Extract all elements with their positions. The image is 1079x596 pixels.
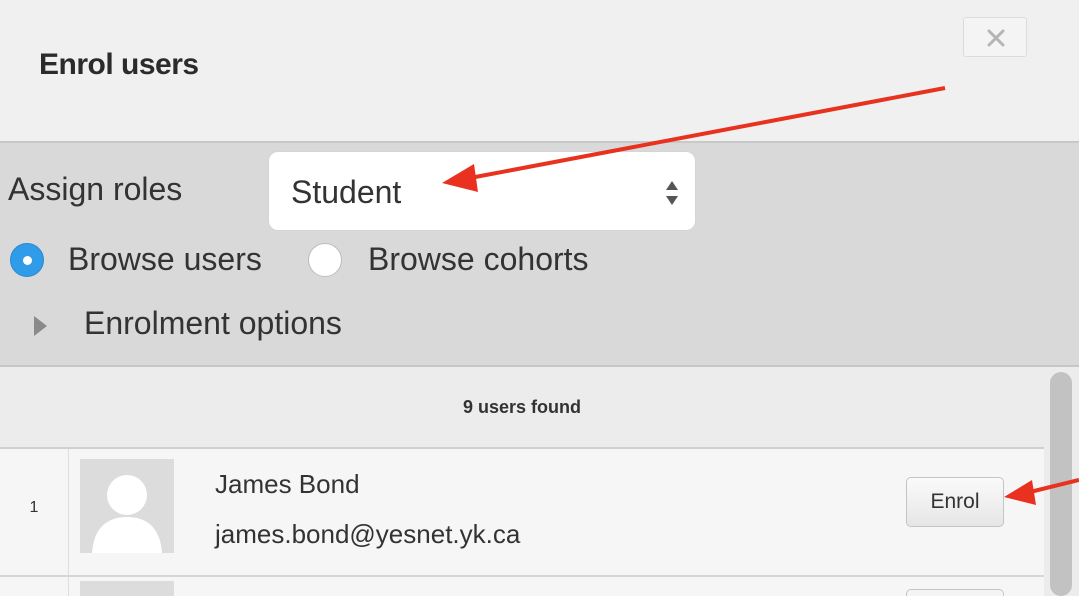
enrol-button[interactable] [906, 589, 1004, 596]
enrol-controls: Assign roles Student Browse users Browse… [0, 143, 1079, 367]
dialog-header: Enrol users [0, 0, 1079, 143]
enrol-button[interactable]: Enrol [906, 477, 1004, 527]
user-row [0, 577, 1044, 596]
avatar [80, 459, 174, 553]
browse-users-label[interactable]: Browse users [68, 241, 262, 278]
dialog-title: Enrol users [39, 48, 199, 81]
close-button[interactable] [963, 17, 1027, 57]
assign-roles-label: Assign roles [8, 171, 183, 207]
role-select[interactable]: Student [268, 151, 696, 231]
scrollbar-thumb[interactable] [1050, 372, 1072, 596]
expand-triangle-icon [34, 316, 47, 336]
select-arrows-icon [666, 181, 678, 205]
close-icon [987, 29, 1005, 47]
role-select-value: Student [291, 174, 402, 210]
user-name: James Bond [215, 469, 360, 499]
user-row: 1 James Bond james.bond@yesnet.yk.ca Enr… [0, 449, 1044, 577]
enrolment-options-label: Enrolment options [84, 305, 342, 341]
user-results-list: 9 users found 1 James Bond james.bond@ye… [0, 367, 1044, 596]
row-number: 1 [29, 499, 39, 516]
results-count: 9 users found [0, 367, 1044, 449]
user-silhouette-icon [92, 475, 162, 553]
avatar [80, 581, 174, 596]
row-number-cell: 1 [0, 449, 69, 575]
row-number-cell [0, 577, 69, 596]
browse-users-radio[interactable] [10, 243, 44, 277]
browse-cohorts-radio[interactable] [308, 243, 342, 277]
browse-cohorts-label[interactable]: Browse cohorts [368, 241, 589, 278]
results-count-text: 9 users found [462, 397, 582, 417]
user-email: james.bond@yesnet.yk.ca [215, 519, 521, 549]
